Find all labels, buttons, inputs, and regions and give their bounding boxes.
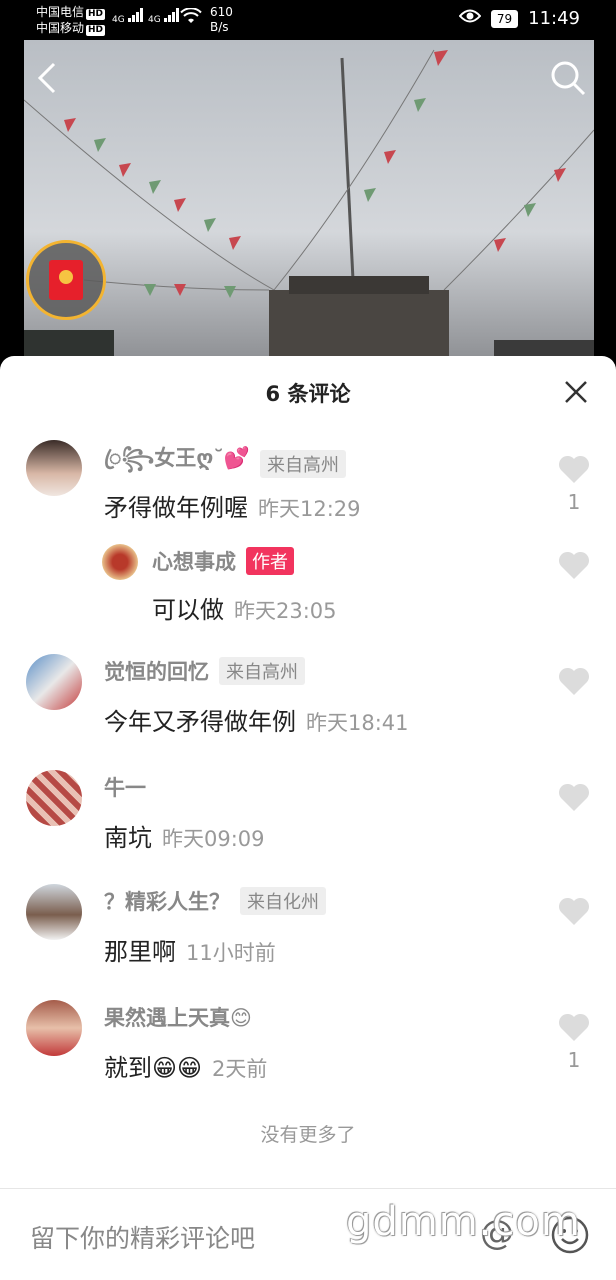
search-icon[interactable] [548, 58, 588, 102]
username[interactable]: 牛一 [104, 772, 146, 802]
comment-time: 昨天23:05 [234, 599, 337, 623]
avatar[interactable] [26, 770, 82, 826]
like-button[interactable] [558, 896, 590, 930]
username[interactable]: 果然遇上天真😊 [104, 1002, 252, 1032]
like-button[interactable]: 1 [558, 454, 590, 514]
avatar[interactable] [26, 440, 82, 496]
clock: 11:49 [528, 8, 580, 29]
comment-time: 2天前 [212, 1057, 268, 1081]
heart-icon [558, 551, 590, 579]
location-tag: 来自高州 [260, 449, 347, 478]
heart-icon [558, 667, 590, 695]
watermark: gdmm.com [346, 1199, 581, 1245]
battery-indicator: 79 [490, 9, 519, 28]
network-speed: 610 B/s [210, 5, 233, 34]
like-count: 1 [567, 490, 581, 514]
avatar[interactable] [26, 1000, 82, 1056]
comment-text: 那里啊 [104, 938, 176, 966]
signal-icon: 4G [112, 8, 144, 25]
location-tag: 来自高州 [219, 657, 305, 685]
close-icon[interactable] [564, 380, 588, 408]
avatar[interactable] [26, 884, 82, 940]
username[interactable]: ꦿ꧂女王ღ˘💕 [104, 442, 250, 485]
red-packet-icon [49, 260, 83, 300]
comment-count-title: 6 条评论 [265, 382, 351, 406]
back-icon[interactable] [32, 58, 62, 102]
signal-icon: 4G [148, 8, 180, 25]
video-preview[interactable] [24, 40, 594, 360]
comment-input[interactable]: 留下你的精彩评论吧 [30, 1219, 255, 1255]
comment-text: 矛得做年例喔 [104, 494, 248, 522]
comment-input-bar: 留下你的精彩评论吧 @ gdmm.com [0, 1188, 616, 1280]
no-more-text: 没有更多了 [260, 1124, 356, 1146]
avatar[interactable] [26, 654, 82, 710]
eye-icon [458, 8, 482, 29]
hd-badge: HD [86, 25, 106, 36]
heart-icon [558, 783, 590, 811]
comment-text: 今年又矛得做年例 [104, 708, 296, 736]
avatar[interactable] [102, 544, 138, 580]
status-bar: 中国电信 HD 中国移动 HD 4G 4G 610 B/s 79 11:49 [0, 0, 616, 40]
like-button[interactable]: 1 [558, 1012, 590, 1072]
username[interactable]: 心想事成 [152, 546, 236, 576]
heart-icon [558, 1013, 590, 1041]
location-tag: 来自化州 [240, 887, 326, 915]
like-button[interactable] [558, 782, 590, 816]
like-button[interactable] [558, 666, 590, 700]
comment-text: 就到😁😁 [104, 1054, 203, 1082]
wifi-icon [180, 7, 202, 27]
comment-time: 11小时前 [186, 941, 276, 965]
carrier-info: 中国电信 HD 中国移动 HD [36, 4, 106, 36]
comment-time: 昨天09:09 [162, 827, 265, 851]
carrier-1: 中国电信 [36, 5, 85, 19]
comment-text: 南坑 [104, 824, 152, 852]
like-button[interactable] [558, 550, 590, 584]
comment-time: 昨天12:29 [258, 497, 361, 521]
heart-icon [558, 455, 590, 483]
red-packet-button[interactable] [26, 240, 106, 320]
comment-text: 可以做 [152, 596, 224, 624]
comment-sheet: 6 条评论 ꦿ꧂女王ღ˘💕 来自高州 矛得做年例喔 昨天12:29 1 心想事成… [0, 356, 616, 1280]
username[interactable]: 觉恒的回忆 [104, 656, 209, 686]
carrier-2: 中国移动 [36, 21, 85, 35]
like-count: 1 [567, 1048, 581, 1072]
comment-time: 昨天18:41 [306, 711, 409, 735]
username[interactable]: ？精彩人生？ [104, 886, 230, 916]
hd-badge: HD [86, 9, 106, 20]
author-badge: 作者 [246, 547, 294, 575]
heart-icon [558, 897, 590, 925]
video-frame [24, 49, 594, 360]
